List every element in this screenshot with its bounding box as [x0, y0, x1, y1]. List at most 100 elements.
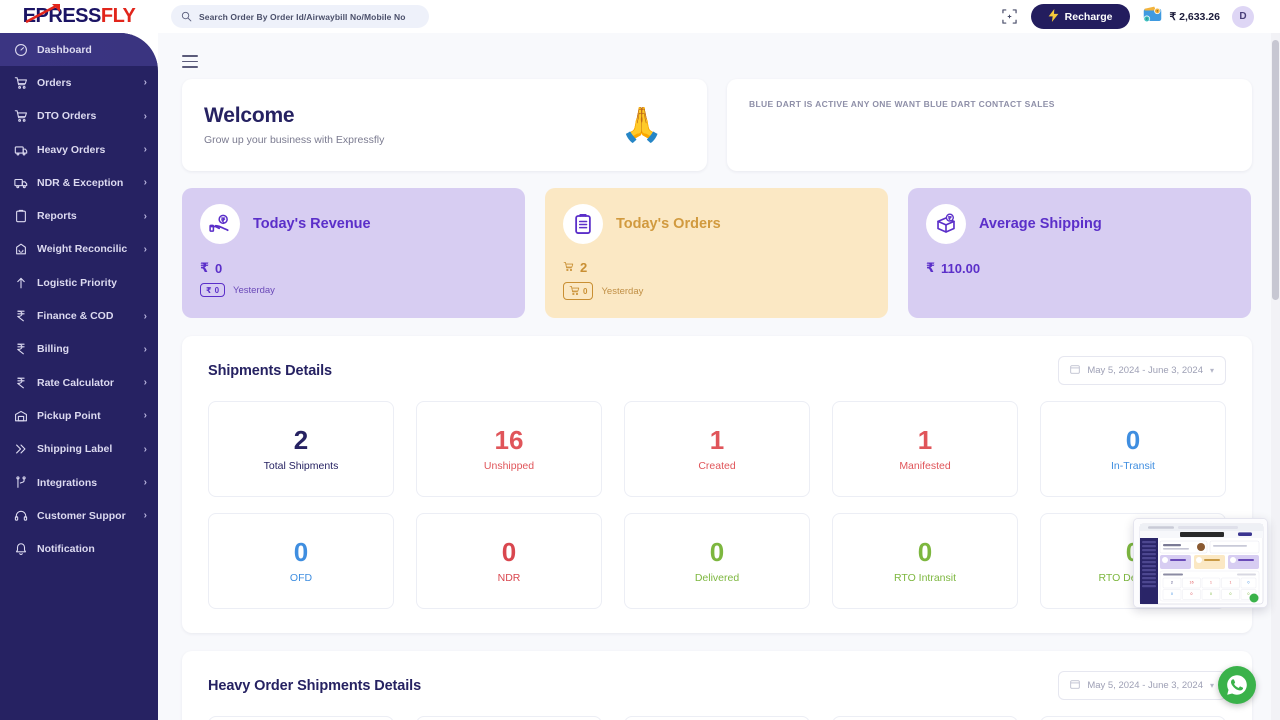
shipment-tile-ofd[interactable]: 0OFD: [208, 513, 394, 609]
delivery-truck-icon: [14, 176, 28, 190]
chevron-right-icon: ›: [144, 244, 147, 255]
svg-text:2: 2: [1171, 581, 1173, 585]
chevron-right-icon: ›: [144, 410, 147, 421]
chevron-down-icon: ▾: [1210, 681, 1214, 690]
sidebar-item-label: Pickup Point: [37, 410, 135, 422]
shipment-tile-manifested[interactable]: 1Manifested: [832, 401, 1018, 497]
shipment-tile-unshipped[interactable]: 16Unshipped: [416, 401, 602, 497]
search-bar[interactable]: [171, 5, 429, 28]
lightning-bolt-icon: [1048, 9, 1059, 25]
page-scrollbar-thumb[interactable]: [1272, 40, 1279, 300]
chevron-right-icon: ›: [144, 510, 147, 521]
logo-wordmark: EPRESSFLY: [23, 5, 136, 28]
svg-text:0: 0: [1171, 592, 1173, 596]
sidebar-item-ndr-exception[interactable]: NDR & Exception›: [0, 166, 158, 199]
shipment-tile-ndr[interactable]: 0NDR: [416, 513, 602, 609]
sidebar-item-label: Reports: [37, 210, 135, 222]
wallet-balance[interactable]: ₹ ₹ ₹ 2,633.26: [1142, 5, 1220, 28]
welcome-card: Welcome Grow up your business with Expre…: [182, 79, 707, 171]
kpi-card-average-shipping: Average Shipping₹110.00: [908, 188, 1251, 318]
search-input[interactable]: [199, 12, 419, 22]
shipment-tile-created[interactable]: 1Created: [624, 401, 810, 497]
kpi-header: Today's Revenue: [200, 204, 507, 244]
tile-value: 1: [918, 427, 932, 453]
svg-text:0: 0: [1247, 592, 1249, 596]
sidebar-item-pickup-point[interactable]: Pickup Point ›: [0, 399, 158, 432]
sidebar-item-logistic-priority[interactable]: Logistic Priority: [0, 266, 158, 299]
rupee-icon: [14, 342, 28, 356]
clipboard-icon: [14, 209, 28, 223]
screen-recording-preview[interactable]: 216 11 0 00 00 0: [1133, 518, 1268, 608]
shipment-tile-total-shipments[interactable]: 2Total Shipments: [208, 401, 394, 497]
kpi-chip-prefix-icon: [569, 285, 580, 298]
git-branch-icon: [14, 476, 28, 490]
sidebar-item-weight-reconcilic[interactable]: Weight Reconcilic›: [0, 233, 158, 266]
kpi-value: 2: [580, 260, 587, 275]
hamburger-menu-icon[interactable]: [182, 55, 198, 68]
svg-text:0: 0: [1247, 581, 1249, 585]
whatsapp-chat-button[interactable]: [1218, 666, 1256, 704]
sidebar-item-shipping-label[interactable]: Shipping Label›: [0, 433, 158, 466]
svg-text:1: 1: [1229, 581, 1231, 585]
shipment-tile-unshipped[interactable]: 16Unshipped: [416, 716, 602, 720]
sidebar-item-finance-cod[interactable]: Finance & COD›: [0, 299, 158, 332]
app-logo[interactable]: EPRESSFLY: [0, 0, 158, 33]
wallet-icon: ₹ ₹: [1142, 5, 1163, 28]
sidebar-item-integrations[interactable]: Integrations›: [0, 466, 158, 499]
sidebar-item-dashboard[interactable]: Dashboard: [0, 33, 158, 66]
tile-value: 2: [294, 427, 308, 453]
kpi-header: Today's Orders: [563, 204, 870, 244]
calendar-icon: [1070, 679, 1080, 692]
sidebar-item-billing[interactable]: Billing›: [0, 333, 158, 366]
shipment-tiles-row-1: 2Total Shipments16Unshipped1Created1Mani…: [208, 401, 1226, 497]
rupee-icon: [14, 309, 28, 323]
svg-text:0: 0: [1190, 592, 1192, 596]
heavy-panel-header: Heavy Order Shipments Details May 5, 202…: [208, 671, 1226, 700]
sidebar-nav: DashboardOrders›DTO Orders›Heavy Orders›…: [0, 33, 158, 720]
sidebar-item-label: NDR & Exception: [37, 177, 135, 189]
sidebar-item-dto-orders[interactable]: DTO Orders›: [0, 100, 158, 133]
sidebar-item-notification[interactable]: Notification: [0, 532, 158, 565]
sidebar-item-customer-suppor[interactable]: Customer Suppor›: [0, 499, 158, 532]
package-rupee-icon: [926, 204, 966, 244]
shipment-tile-in-transit[interactable]: 0In-Transit: [1040, 401, 1226, 497]
shipment-tile-created[interactable]: 1Created: [624, 716, 810, 720]
sidebar-item-label: Notification: [37, 543, 147, 555]
shipment-tile-total-shipments[interactable]: 2Total Shipments: [208, 716, 394, 720]
shipment-tile-rto-intransit[interactable]: 0RTO Intransit: [832, 513, 1018, 609]
logo-text-part3: FLY: [101, 5, 135, 27]
collapse-icon[interactable]: [1001, 8, 1019, 26]
tile-value: 0: [710, 539, 724, 565]
sidebar-item-label: Heavy Orders: [37, 144, 135, 156]
sidebar-item-label: Rate Calculator: [37, 377, 135, 389]
header-actions: Recharge ₹ ₹ ₹ 2,633.26 D: [1001, 4, 1280, 29]
kpi-foot-label: Yesterday: [233, 285, 275, 296]
kpi-value-row: ₹0: [200, 260, 507, 276]
kpi-title: Today's Revenue: [253, 216, 371, 232]
sidebar-item-label: Logistic Priority: [37, 277, 147, 289]
sidebar-item-label: Billing: [37, 343, 135, 355]
sidebar-item-label: Shipping Label: [37, 443, 135, 455]
sidebar-item-orders[interactable]: Orders›: [0, 66, 158, 99]
heavy-date-range-picker[interactable]: May 5, 2024 - June 3, 2024 ▾: [1058, 671, 1226, 700]
kpi-cards-row: Today's Revenue₹0₹0YesterdayToday's Orde…: [182, 188, 1252, 318]
sidebar-item-label: DTO Orders: [37, 110, 135, 122]
tile-value: 0: [918, 539, 932, 565]
shipment-tile-manifested[interactable]: 1Manifested: [832, 716, 1018, 720]
sidebar-item-reports[interactable]: Reports›: [0, 199, 158, 232]
clipboard-list-icon: [563, 204, 603, 244]
recharge-button[interactable]: Recharge: [1031, 4, 1130, 29]
shipments-date-range-picker[interactable]: May 5, 2024 - June 3, 2024 ▾: [1058, 356, 1226, 385]
bell-icon: [14, 542, 28, 556]
arrow-up-icon: [14, 276, 28, 290]
sidebar-item-rate-calculator[interactable]: Rate Calculator›: [0, 366, 158, 399]
avatar[interactable]: D: [1232, 6, 1254, 28]
kpi-title: Average Shipping: [979, 216, 1102, 232]
sidebar-item-heavy-orders[interactable]: Heavy Orders›: [0, 133, 158, 166]
welcome-subtitle: Grow up your business with Expressfly: [204, 134, 384, 146]
namaste-hands-icon: 🙏: [621, 108, 663, 142]
shipment-tile-in-transit[interactable]: 0In-Transit: [1040, 716, 1226, 720]
shipment-tile-delivered[interactable]: 0Delivered: [624, 513, 810, 609]
whatsapp-icon: [1225, 673, 1249, 697]
tile-label: Unshipped: [484, 460, 534, 472]
